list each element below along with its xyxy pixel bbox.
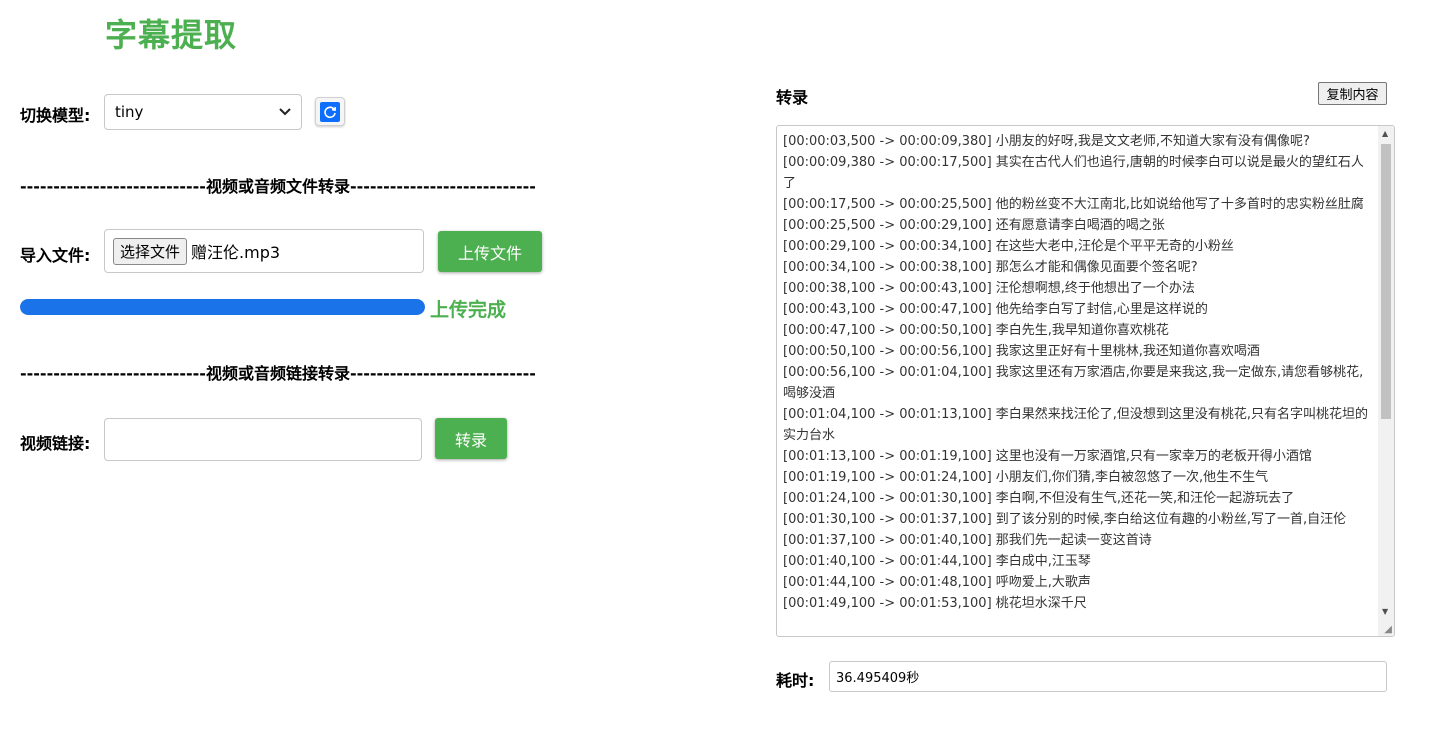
video-link-label: 视频链接: xyxy=(20,434,91,453)
elapsed-label: 耗时: xyxy=(776,671,815,690)
scroll-thumb[interactable] xyxy=(1381,144,1391,419)
transcript-heading: 转录 xyxy=(776,88,809,107)
transcript-content: [00:00:03,500 -> 00:00:09,380] 小朋友的好呀,我是… xyxy=(783,131,1375,614)
transcript-line: [00:01:04,100 -> 00:01:13,100] 李白果然来找汪伦了… xyxy=(783,407,1369,443)
transcript-line: [00:00:17,500 -> 00:00:25,500] 他的粉丝变不大江南… xyxy=(783,197,1364,212)
chevron-down-icon xyxy=(279,105,291,119)
refresh-icon xyxy=(320,101,340,122)
choose-file-button[interactable]: 选择文件 xyxy=(113,237,188,265)
transcript-line: [00:00:25,500 -> 00:00:29,100] 还有愿意请李白喝酒… xyxy=(783,218,1165,233)
model-select[interactable]: tiny xyxy=(104,94,302,130)
app-title: 字幕提取 xyxy=(105,16,238,54)
transcript-line: [00:00:29,100 -> 00:00:34,100] 在这些大老中,汪伦… xyxy=(783,239,1234,254)
transcript-line: [00:00:47,100 -> 00:00:50,100] 李白先生,我早知道… xyxy=(783,323,1169,338)
selected-file-name: 赠汪伦.mp3 xyxy=(191,243,281,262)
transcribe-button[interactable]: 转录 xyxy=(435,418,507,459)
model-select-value: tiny xyxy=(115,103,144,121)
transcript-line: [00:01:37,100 -> 00:01:40,100] 那我们先一起读一变… xyxy=(783,533,1152,548)
upload-status: 上传完成 xyxy=(430,299,507,321)
refresh-button[interactable] xyxy=(315,97,345,126)
upload-file-button[interactable]: 上传文件 xyxy=(438,231,542,272)
transcript-line: [00:00:56,100 -> 00:01:04,100] 我家这里还有万家酒… xyxy=(783,365,1364,401)
transcript-line: [00:00:38,100 -> 00:00:43,100] 汪伦想啊想,终于他… xyxy=(783,281,1195,296)
transcript-line: [00:00:43,100 -> 00:00:47,100] 他先给李白写了封信… xyxy=(783,302,1208,317)
link-section-divider: ----------------------------视频或音频链接转录---… xyxy=(20,364,536,383)
transcript-line: [00:00:09,380 -> 00:00:17,500] 其实在古代人们也追… xyxy=(783,155,1364,191)
transcript-line: [00:01:13,100 -> 00:01:19,100] 这里也没有一万家酒… xyxy=(783,449,1312,464)
transcript-line: [00:00:03,500 -> 00:00:09,380] 小朋友的好呀,我是… xyxy=(783,134,1310,149)
upload-progress-bar xyxy=(20,299,425,315)
model-label: 切换模型: xyxy=(20,106,91,125)
transcript-scrollbar[interactable]: ▲ ▼ xyxy=(1378,126,1394,636)
file-input[interactable]: 选择文件 赠汪伦.mp3 xyxy=(104,229,424,273)
transcript-line: [00:01:24,100 -> 00:01:30,100] 李白啊,不但没有生… xyxy=(783,491,1295,506)
transcript-line: [00:01:30,100 -> 00:01:37,100] 到了该分别的时候,… xyxy=(783,512,1347,527)
scroll-down-icon[interactable]: ▼ xyxy=(1382,607,1388,616)
upload-progress-fill xyxy=(20,299,425,315)
transcript-line: [00:01:40,100 -> 00:01:44,100] 李白成中,江玉琴 xyxy=(783,554,1091,569)
transcript-textarea[interactable]: [00:00:03,500 -> 00:00:09,380] 小朋友的好呀,我是… xyxy=(776,125,1395,637)
video-link-input[interactable] xyxy=(104,418,422,461)
transcript-line: [00:01:19,100 -> 00:01:24,100] 小朋友们,你们猜,… xyxy=(783,470,1269,485)
resize-handle-icon[interactable]: ◢ xyxy=(1384,624,1392,635)
transcript-line: [00:01:44,100 -> 00:01:48,100] 呼吻爱上,大歌声 xyxy=(783,575,1091,590)
transcript-line: [00:00:50,100 -> 00:00:56,100] 我家这里正好有十里… xyxy=(783,344,1260,359)
transcript-line: [00:00:34,100 -> 00:00:38,100] 那怎么才能和偶像见… xyxy=(783,260,1198,275)
transcript-line: [00:01:49,100 -> 00:01:53,100] 桃花坦水深千尺 xyxy=(783,596,1087,611)
scroll-up-icon[interactable]: ▲ xyxy=(1382,129,1388,138)
elapsed-time-field[interactable]: 36.495409秒 xyxy=(829,661,1387,692)
file-section-divider: ----------------------------视频或音频文件转录---… xyxy=(20,177,536,196)
file-import-label: 导入文件: xyxy=(20,246,91,265)
copy-content-button[interactable]: 复制内容 xyxy=(1318,82,1387,105)
